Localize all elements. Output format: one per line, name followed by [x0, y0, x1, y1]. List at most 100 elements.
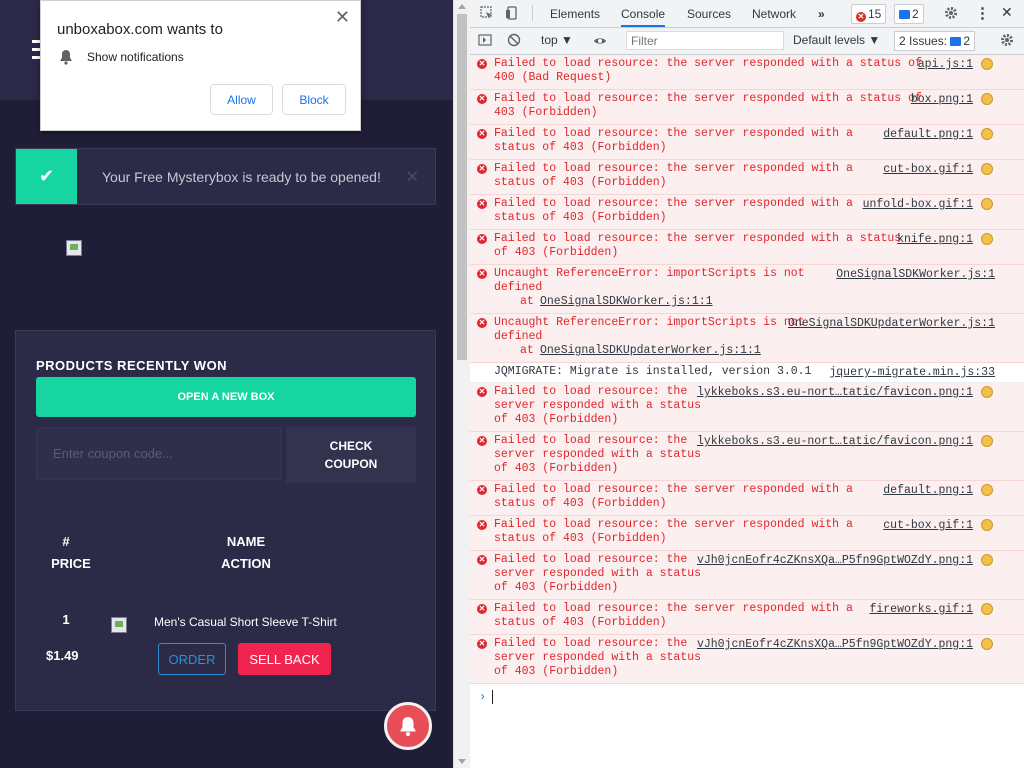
error-icon: ✕ — [477, 269, 487, 279]
network-request-icon[interactable] — [981, 233, 993, 245]
settings-gear-icon[interactable] — [944, 6, 958, 20]
console-message-text: Failed to load resource: the server resp… — [494, 434, 702, 475]
network-request-icon[interactable] — [981, 554, 993, 566]
stack-source-link[interactable]: OneSignalSDKUpdaterWorker.js:1:1 — [540, 344, 761, 357]
console-message-text: JQMIGRATE: Migrate is installed, version… — [494, 365, 812, 378]
console-error-entry[interactable]: ✕ Failed to load resource: the server res… — [470, 551, 1024, 600]
column-header-action: ACTION — [221, 556, 271, 571]
console-settings-gear-icon[interactable] — [1000, 33, 1014, 47]
levels-value: Default levels — [793, 33, 866, 47]
source-link[interactable]: OneSignalSDKUpdaterWorker.js:1 — [788, 317, 995, 330]
network-request-icon[interactable] — [981, 484, 993, 496]
source-link[interactable]: vJh0jcnEofr4cZKnsXQa…P5fn9GptWOZdY.png:1 — [697, 638, 973, 651]
console-error-entry[interactable]: ✕ Failed to load resource: the server res… — [470, 160, 1024, 195]
console-message-text: Failed to load resource: the server resp… — [494, 602, 853, 629]
issues-button[interactable]: 2 Issues: 2 — [894, 31, 976, 51]
open-new-box-button[interactable]: OPEN A NEW BOX — [36, 377, 416, 417]
context-select[interactable]: top ▼ — [541, 33, 573, 47]
allow-button[interactable]: Allow — [210, 84, 273, 115]
console-error-entry[interactable]: ✕ Failed to load resource: the server res… — [470, 55, 1024, 90]
error-count-badge[interactable]: ✕ 15 — [851, 4, 887, 24]
console-error-entry[interactable]: ✕ Failed to load resource: the server res… — [470, 516, 1024, 551]
console-error-entry[interactable]: ✕ Failed to load resource: the server res… — [470, 635, 1024, 684]
message-count-badge[interactable]: 2 — [894, 4, 924, 24]
sell-back-button[interactable]: SELL BACK — [238, 643, 331, 675]
log-levels-select[interactable]: Default levels ▼ — [793, 33, 880, 47]
tab-sources[interactable]: Sources — [687, 7, 731, 21]
console-error-entry[interactable]: ✕ Failed to load resource: the server res… — [470, 230, 1024, 265]
source-link[interactable]: default.png:1 — [883, 128, 973, 141]
dropdown-arrow-icon: ▼ — [868, 33, 881, 47]
network-request-icon[interactable] — [981, 603, 993, 615]
console-message-text: Failed to load resource: the server resp… — [494, 385, 702, 426]
console-info-entry[interactable]: JQMIGRATE: Migrate is installed, version… — [470, 363, 1024, 383]
popup-description: Show notifications — [87, 50, 184, 64]
dropdown-arrow-icon: ▼ — [561, 33, 573, 47]
more-tabs-icon[interactable]: » — [818, 7, 825, 21]
page-scrollbar[interactable] — [453, 0, 470, 768]
notice-close-icon[interactable]: ✕ — [406, 167, 419, 187]
stack-source-link[interactable]: OneSignalSDKWorker.js:1:1 — [540, 295, 713, 308]
block-button[interactable]: Block — [282, 84, 346, 115]
source-link[interactable]: jquery-migrate.min.js:33 — [829, 366, 995, 379]
console-error-entry[interactable]: ✕ Failed to load resource: the server res… — [470, 481, 1024, 516]
tab-network[interactable]: Network — [752, 7, 796, 21]
network-request-icon[interactable] — [981, 58, 993, 70]
console-error-entry[interactable]: ✕ Failed to load resource: the server res… — [470, 195, 1024, 230]
source-link[interactable]: vJh0jcnEofr4cZKnsXQa…P5fn9GptWOZdY.png:1 — [697, 554, 973, 567]
console-messages[interactable]: ✕ Failed to load resource: the server res… — [470, 55, 1024, 768]
network-request-icon[interactable] — [981, 638, 993, 650]
network-request-icon[interactable] — [981, 386, 993, 398]
source-link[interactable]: fireworks.gif:1 — [869, 603, 973, 616]
console-error-entry[interactable]: ✕ Uncaught ReferenceError: importScripts … — [470, 314, 1024, 363]
row-price: $1.49 — [46, 648, 79, 663]
device-toolbar-icon[interactable] — [505, 6, 519, 20]
console-message-text: Failed to load resource: the server resp… — [494, 483, 853, 510]
console-error-entry[interactable]: ✕ Failed to load resource: the server res… — [470, 383, 1024, 432]
source-link[interactable]: cut-box.gif:1 — [883, 519, 973, 532]
error-icon: ✕ — [477, 234, 487, 244]
coupon-input[interactable] — [36, 427, 282, 480]
scrollbar-thumb[interactable] — [457, 14, 467, 360]
console-prompt-icon[interactable]: › — [479, 690, 486, 704]
network-request-icon[interactable] — [981, 519, 993, 531]
network-request-icon[interactable] — [981, 128, 993, 140]
console-error-entry[interactable]: ✕ Failed to load resource: the server res… — [470, 125, 1024, 160]
source-link[interactable]: cut-box.gif:1 — [883, 163, 973, 176]
console-error-entry[interactable]: ✕ Failed to load resource: the server res… — [470, 432, 1024, 481]
source-link[interactable]: knife.png:1 — [897, 233, 973, 246]
bell-icon — [400, 717, 416, 736]
network-request-icon[interactable] — [981, 163, 993, 175]
live-expression-eye-icon[interactable] — [593, 34, 607, 48]
filter-input[interactable] — [626, 31, 784, 50]
network-request-icon[interactable] — [981, 435, 993, 447]
inspect-element-icon[interactable] — [480, 6, 494, 20]
console-error-entry[interactable]: ✕ Uncaught ReferenceError: importScripts … — [470, 265, 1024, 314]
network-request-icon[interactable] — [981, 198, 993, 210]
source-link[interactable]: lykkeboks.s3.eu-nort…tatic/favicon.png:1 — [697, 386, 973, 399]
check-coupon-button[interactable]: CHECK COUPON — [286, 427, 416, 483]
order-button[interactable]: ORDER — [158, 643, 226, 675]
console-error-entry[interactable]: ✕ Failed to load resource: the server res… — [470, 600, 1024, 635]
source-link[interactable]: OneSignalSDKWorker.js:1 — [836, 268, 995, 281]
source-link[interactable]: lykkeboks.s3.eu-nort…tatic/favicon.png:1 — [697, 435, 973, 448]
source-link[interactable]: box.png:1 — [911, 93, 973, 106]
notification-bell-button[interactable] — [384, 702, 432, 750]
console-input-caret[interactable] — [492, 690, 493, 704]
network-request-icon[interactable] — [981, 93, 993, 105]
issues-label: 2 Issues: — [899, 34, 948, 48]
scroll-down-arrow-icon[interactable] — [458, 759, 466, 764]
source-link[interactable]: unfold-box.gif:1 — [863, 198, 973, 211]
source-link[interactable]: default.png:1 — [883, 484, 973, 497]
scroll-up-arrow-icon[interactable] — [458, 4, 466, 9]
close-devtools-icon[interactable]: ✕ — [1001, 4, 1013, 21]
popup-close-icon[interactable]: ✕ — [335, 7, 350, 28]
sidebar-toggle-icon[interactable] — [478, 33, 492, 47]
clear-console-icon[interactable] — [507, 33, 521, 47]
tab-elements[interactable]: Elements — [550, 7, 600, 21]
more-options-icon[interactable]: ⋮ — [975, 4, 990, 22]
products-recently-won-panel: PRODUCTS RECENTLY WON OPEN A NEW BOX CHE… — [15, 330, 436, 711]
tab-console[interactable]: Console — [621, 7, 666, 27]
console-error-entry[interactable]: ✕ Failed to load resource: the server res… — [470, 90, 1024, 125]
source-link[interactable]: api.js:1 — [918, 58, 973, 71]
